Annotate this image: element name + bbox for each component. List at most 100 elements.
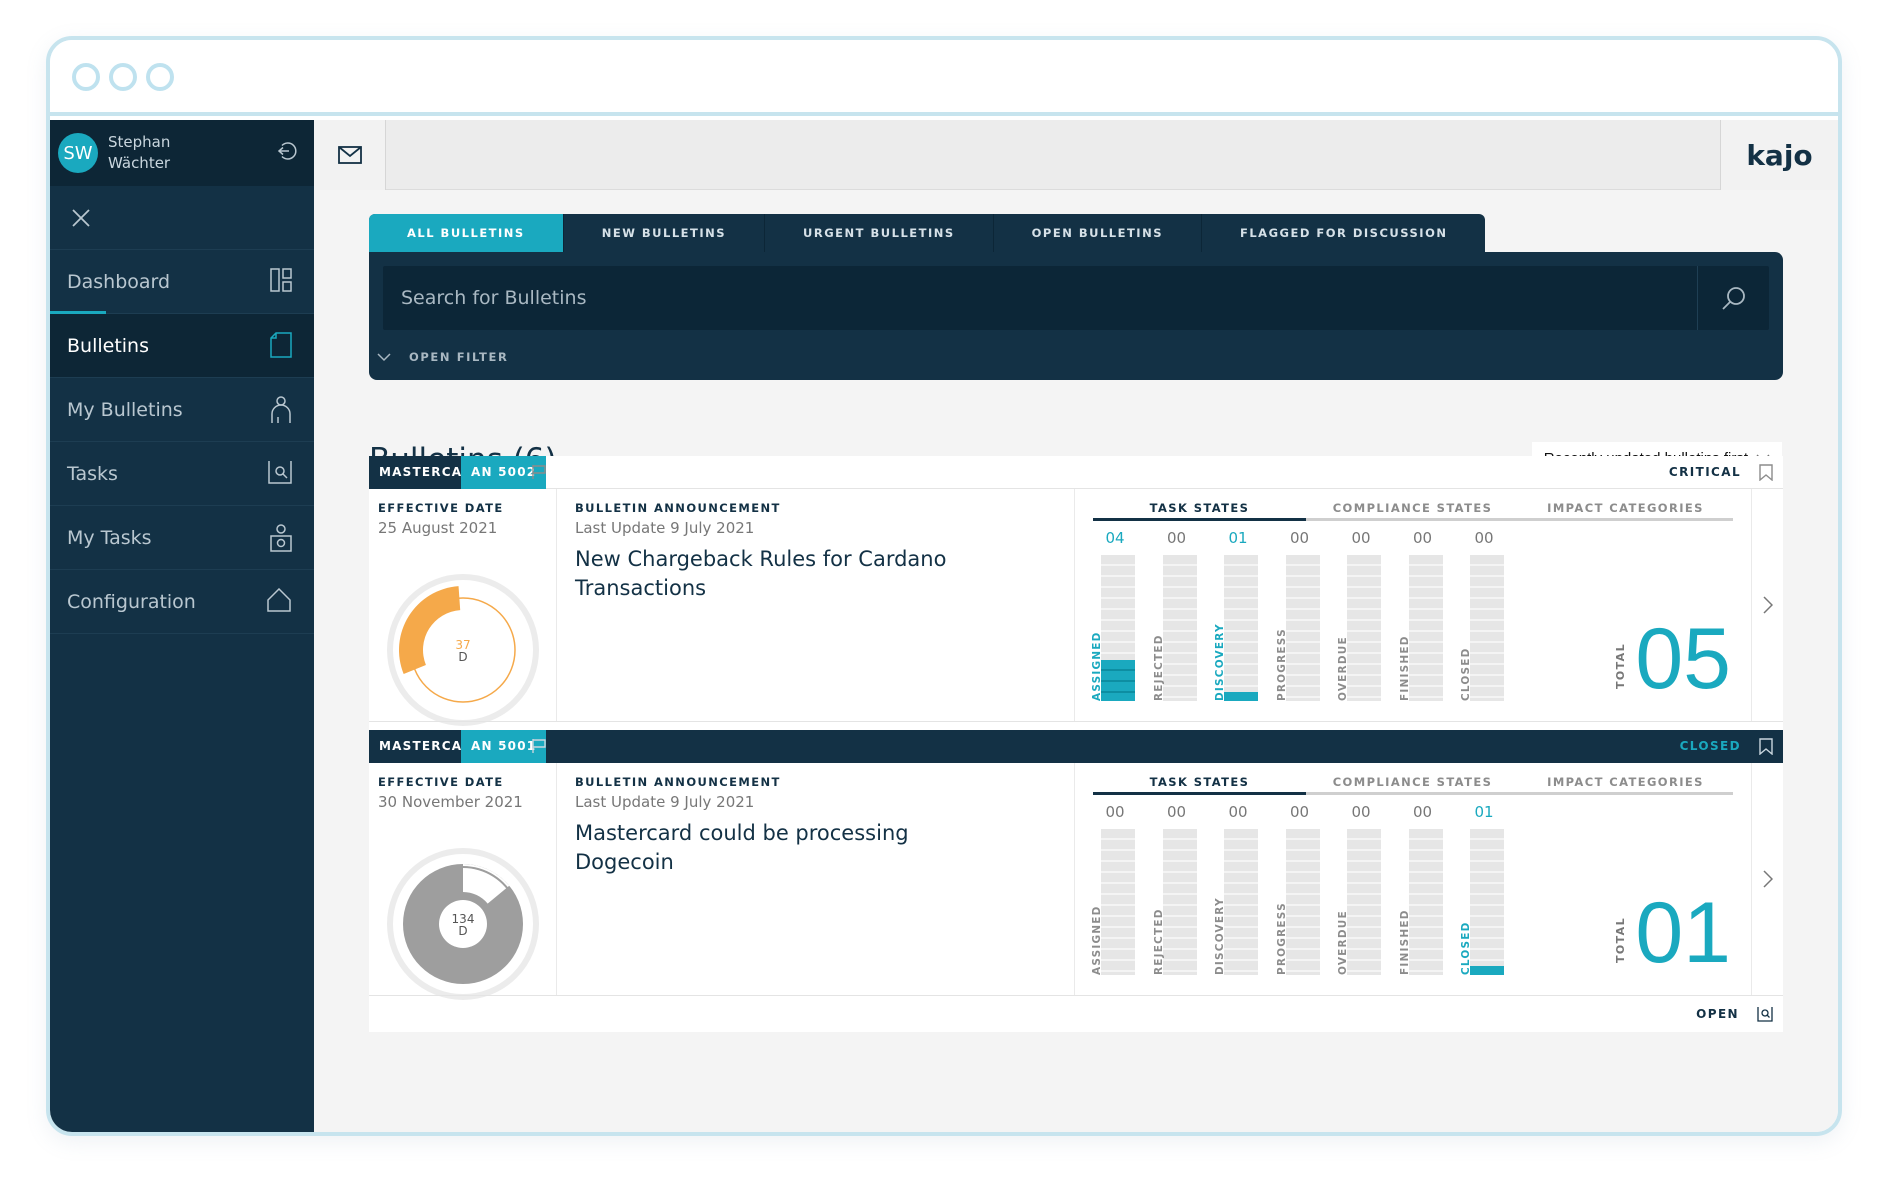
state-label: OVERDUE [1337,910,1349,975]
sidebar-item-label: My Tasks [67,526,152,549]
state-bar-track [1408,829,1443,975]
bulletin-title[interactable]: Mastercard could be processing Dogecoin [575,819,995,877]
tab-urgent-bulletins[interactable]: URGENT BULLETINS [765,214,994,252]
effective-date-value: 30 November 2021 [378,793,523,811]
announcement-column: BULLETIN ANNOUNCEMENT Last Update 9 July… [557,763,1075,995]
window-dot-3[interactable] [146,63,174,91]
tab-open-bulletins[interactable]: OPEN BULLETINS [994,214,1202,252]
tab-flagged-for-discussion[interactable]: FLAGGED FOR DISCUSSION [1202,214,1485,252]
bookmark-icon[interactable] [1759,738,1773,755]
dashboard-icon [270,268,292,292]
close-sidebar-button[interactable] [50,186,314,250]
expand-button[interactable] [1751,763,1783,995]
tab-new-bulletins[interactable]: NEW BULLETINS [564,214,766,252]
mail-button[interactable] [314,120,386,190]
bookmark-icon[interactable] [1759,464,1773,481]
announcement-column: BULLETIN ANNOUNCEMENT Last Update 9 July… [557,489,1075,721]
tab-all-bulletins[interactable]: ALL BULLETINS [369,214,564,252]
days-donut: 134D [387,848,539,1000]
state-count: 00 [1412,803,1433,821]
state-label: REJECTED [1152,908,1165,975]
state-count: 00 [1105,803,1125,821]
sidebar-item-my-tasks[interactable]: My Tasks [50,506,314,570]
total-label: TOTAL [1614,642,1628,689]
state-bar-track [1162,829,1197,975]
sidebar-item-label: Tasks [67,462,118,485]
chevron-right-icon [1762,596,1773,614]
state-label: REJECTED [1152,634,1165,701]
effective-date-column: EFFECTIVE DATE 30 November 2021 134 D [369,763,557,1000]
days-donut: 37D [387,574,539,726]
sidebar-item-bulletins[interactable]: Bulletins [50,314,314,378]
state-label: DISCOVERY [1214,897,1226,975]
window-dot-2[interactable] [109,63,137,91]
total-counter: TOTAL 01 [1614,885,1731,981]
sidebar-item-label: Dashboard [67,270,171,293]
expand-button[interactable] [1751,489,1783,721]
person-tasks-icon [270,524,292,552]
subtab-impact-categories[interactable]: IMPACT CATEGORIES [1519,501,1732,518]
window-dot-1[interactable] [72,63,100,91]
state-label: DISCOVERY [1214,623,1226,701]
app: SW Stephan Wächter Dashboard Bulletins M… [50,120,1838,1132]
chevron-right-icon [1762,870,1773,888]
subtab-task-states[interactable]: TASK STATES [1093,501,1306,521]
state-bar-track [1224,555,1258,701]
subtab-compliance-states[interactable]: COMPLIANCE STATES [1306,775,1519,792]
bulletin-icon [270,332,292,358]
search-button[interactable] [1697,266,1769,330]
state-bar-fill [1470,966,1504,975]
open-filter-toggle[interactable]: OPEN FILTER [377,350,508,364]
person-icon [271,396,291,423]
flag-icon[interactable] [531,738,547,754]
card-header: MASTERCARD AN 5002 CRITICAL [369,456,1783,489]
state-count: 00 [1474,529,1494,547]
sidebar-item-configuration[interactable]: Configuration [50,570,314,634]
bulletin-title[interactable]: New Chargeback Rules for Cardano Transac… [575,545,995,603]
total-value: 01 [1635,885,1731,981]
subtab-task-states[interactable]: TASK STATES [1093,775,1306,795]
state-label: CLOSED [1460,647,1472,701]
sidebar-item-label: Bulletins [67,334,149,357]
user-first-name: Stephan [108,133,171,151]
close-icon [72,208,90,227]
effective-date-label: EFFECTIVE DATE [378,501,504,515]
open-button[interactable]: OPEN [1696,996,1739,1033]
state-count: 00 [1228,803,1248,821]
logout-icon[interactable] [276,140,298,166]
subtab-compliance-states[interactable]: COMPLIANCE STATES [1306,501,1519,518]
last-update: Last Update 9 July 2021 [575,793,755,811]
sidebar: SW Stephan Wächter Dashboard Bulletins M… [50,120,314,1132]
topbar: kajo [314,120,1838,190]
tasks-icon[interactable] [1757,1006,1773,1022]
announcement-label: BULLETIN ANNOUNCEMENT [575,501,781,515]
state-bar-track [1347,829,1381,975]
state-bar-track [1285,829,1320,975]
search-input[interactable] [383,266,1699,330]
flag-icon[interactable] [531,464,547,480]
state-bar-track [1162,555,1197,701]
tasks-icon [268,461,292,484]
state-label: CLOSED [1460,921,1472,975]
card-footer: OPEN [369,995,1783,1032]
sidebar-item-tasks[interactable]: Tasks [50,442,314,506]
announcement-label: BULLETIN ANNOUNCEMENT [575,775,781,789]
state-count: 00 [1351,529,1371,547]
task-states-column: TASK STATES COMPLIANCE STATES IMPACT CAT… [1075,763,1751,995]
state-bar-track [1470,829,1504,975]
state-bar-fill [1101,660,1135,701]
open-filter-label: OPEN FILTER [409,350,509,364]
browser-frame: SW Stephan Wächter Dashboard Bulletins M… [46,36,1842,1136]
avatar[interactable]: SW [58,133,98,173]
sidebar-item-my-bulletins[interactable]: My Bulletins [50,378,314,442]
subtab-impact-categories[interactable]: IMPACT CATEGORIES [1519,775,1732,792]
user-panel: SW Stephan Wächter [50,120,314,186]
brand-logo: kajo [1720,120,1838,190]
state-count: 01 [1474,803,1494,821]
days-unit: D [458,650,467,664]
search-panel: OPEN FILTER [369,252,1783,380]
state-subtabs: TASK STATES COMPLIANCE STATES IMPACT CAT… [1093,501,1733,521]
state-count: 04 [1105,529,1125,547]
user-last-name: Wächter [108,154,171,172]
sidebar-item-dashboard[interactable]: Dashboard [50,250,314,314]
